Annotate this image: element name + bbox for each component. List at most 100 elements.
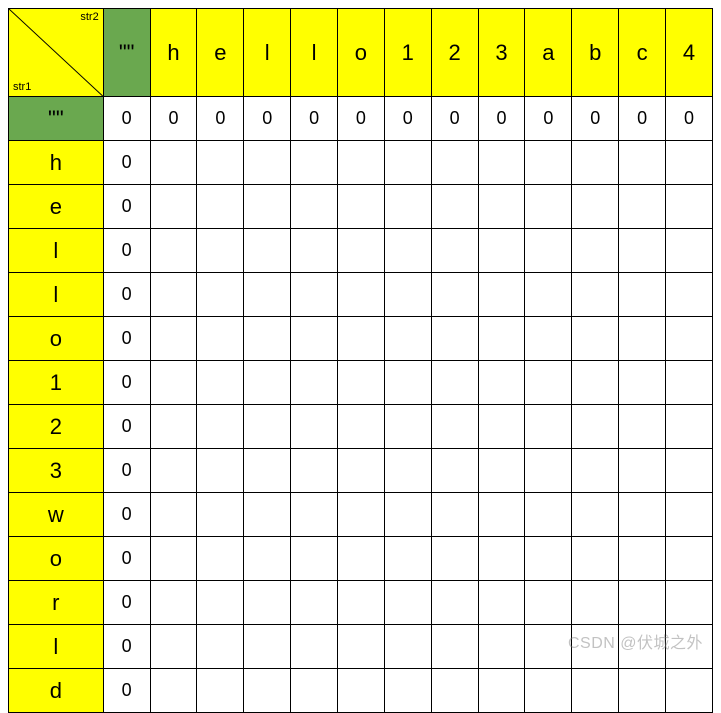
grid-cell-empty <box>244 449 291 493</box>
row-header-cell: 2 <box>9 405 104 449</box>
col-header-cell: 4 <box>666 9 713 97</box>
grid-cell-empty <box>338 273 385 317</box>
grid-cell-empty <box>291 141 338 185</box>
grid-cell-empty <box>666 581 713 625</box>
grid-cell-empty <box>244 625 291 669</box>
grid-cell-empty <box>384 625 431 669</box>
grid-cell-empty <box>244 229 291 273</box>
grid-cell-empty <box>338 405 385 449</box>
grid-cell-empty <box>150 625 197 669</box>
grid-cell-value: 0 <box>103 97 150 141</box>
grid-cell-empty <box>666 273 713 317</box>
grid-cell-value: 0 <box>103 581 150 625</box>
grid-cell-empty <box>197 669 244 713</box>
grid-cell-empty <box>572 581 619 625</box>
grid-cell-empty <box>525 449 572 493</box>
grid-cell-empty <box>244 361 291 405</box>
grid-cell-empty <box>197 449 244 493</box>
row-header-cell: h <box>9 141 104 185</box>
grid-cell-empty <box>150 537 197 581</box>
grid-cell-empty <box>525 141 572 185</box>
grid-cell-empty <box>666 669 713 713</box>
grid-cell-empty <box>431 317 478 361</box>
table-row: l0 <box>9 273 713 317</box>
row-header-cell: o <box>9 317 104 361</box>
grid-cell-value: 0 <box>103 229 150 273</box>
grid-cell-empty <box>525 317 572 361</box>
row-header-cell: 3 <box>9 449 104 493</box>
grid-cell-value: 0 <box>103 405 150 449</box>
grid-cell-empty <box>619 449 666 493</box>
grid-cell-empty <box>150 493 197 537</box>
grid-cell-empty <box>619 537 666 581</box>
grid-cell-empty <box>338 581 385 625</box>
grid-cell-empty <box>150 581 197 625</box>
dp-grid-body: ""0000000000000h0e0l0l0o0102030w0o0r0l0d… <box>9 97 713 713</box>
grid-cell-empty <box>384 361 431 405</box>
grid-cell-empty <box>197 361 244 405</box>
grid-cell-empty <box>619 141 666 185</box>
grid-cell-empty <box>619 273 666 317</box>
table-row: o0 <box>9 537 713 581</box>
table-row: w0 <box>9 493 713 537</box>
grid-cell-empty <box>384 405 431 449</box>
grid-cell-value: 0 <box>103 273 150 317</box>
grid-cell-empty <box>666 625 713 669</box>
col-header-cell: e <box>197 9 244 97</box>
grid-cell-empty <box>338 361 385 405</box>
grid-cell-empty <box>244 493 291 537</box>
row-header-cell: l <box>9 625 104 669</box>
grid-cell-empty <box>431 625 478 669</box>
grid-cell-empty <box>431 273 478 317</box>
grid-cell-empty <box>338 229 385 273</box>
column-header-row: str2 str1 ""hello123abc4 <box>9 9 713 97</box>
grid-cell-empty <box>291 581 338 625</box>
grid-cell-empty <box>619 185 666 229</box>
grid-cell-empty <box>150 361 197 405</box>
row-header-cell: o <box>9 537 104 581</box>
grid-cell-value: 0 <box>291 97 338 141</box>
table-row: 10 <box>9 361 713 405</box>
grid-cell-empty <box>338 449 385 493</box>
grid-cell-empty <box>431 537 478 581</box>
grid-cell-empty <box>478 581 525 625</box>
grid-cell-empty <box>619 405 666 449</box>
grid-cell-empty <box>619 361 666 405</box>
grid-cell-empty <box>431 141 478 185</box>
grid-cell-empty <box>666 493 713 537</box>
grid-cell-empty <box>197 317 244 361</box>
grid-cell-empty <box>478 669 525 713</box>
dp-grid-table: str2 str1 ""hello123abc4 ""0000000000000… <box>8 8 713 713</box>
grid-cell-value: 0 <box>525 97 572 141</box>
grid-cell-empty <box>431 185 478 229</box>
grid-cell-empty <box>431 493 478 537</box>
grid-cell-empty <box>478 449 525 493</box>
grid-cell-empty <box>197 273 244 317</box>
grid-cell-empty <box>619 317 666 361</box>
row-header-cell: "" <box>9 97 104 141</box>
grid-cell-empty <box>338 141 385 185</box>
grid-cell-value: 0 <box>103 185 150 229</box>
row-header-cell: w <box>9 493 104 537</box>
grid-cell-empty <box>525 185 572 229</box>
grid-cell-empty <box>572 493 619 537</box>
row-header-cell: l <box>9 229 104 273</box>
table-row: d0 <box>9 669 713 713</box>
axis-label-str1: str1 <box>13 82 31 93</box>
grid-cell-empty <box>525 273 572 317</box>
col-header-cell: c <box>619 9 666 97</box>
col-header-cell: 3 <box>478 9 525 97</box>
grid-cell-empty <box>572 141 619 185</box>
grid-cell-empty <box>150 141 197 185</box>
grid-cell-empty <box>291 229 338 273</box>
grid-cell-empty <box>150 185 197 229</box>
col-header-cell: h <box>150 9 197 97</box>
grid-cell-empty <box>244 669 291 713</box>
grid-cell-empty <box>291 669 338 713</box>
grid-cell-empty <box>525 493 572 537</box>
grid-cell-empty <box>244 273 291 317</box>
grid-cell-empty <box>338 537 385 581</box>
grid-cell-empty <box>478 405 525 449</box>
grid-cell-value: 0 <box>103 317 150 361</box>
grid-cell-empty <box>666 185 713 229</box>
